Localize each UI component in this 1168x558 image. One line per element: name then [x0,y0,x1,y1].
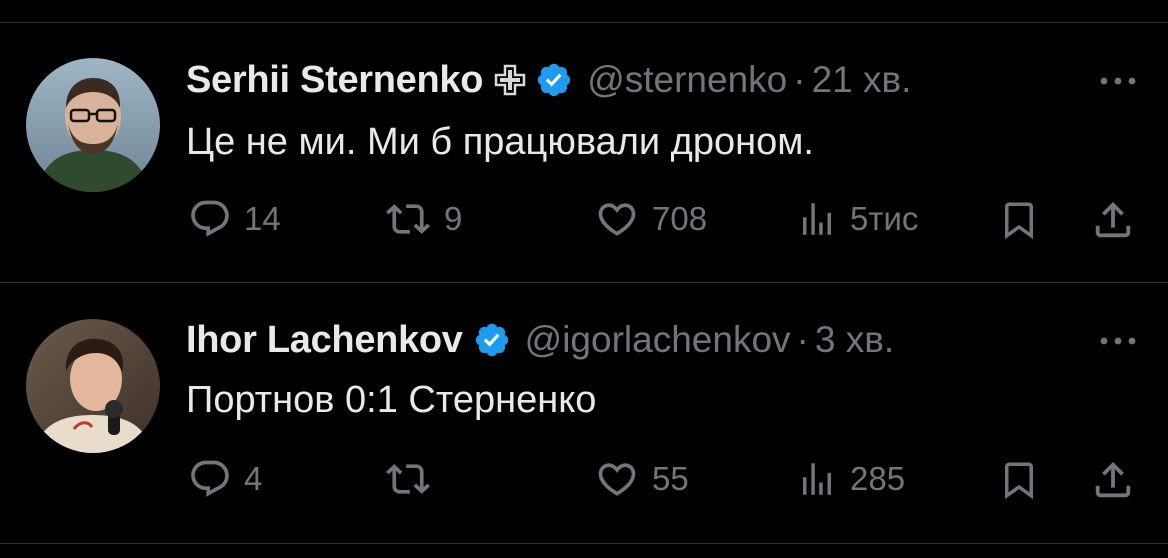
repost-button[interactable]: 9 [384,197,462,241]
views-button[interactable]: 285 [796,457,905,501]
timestamp[interactable]: 21 хв. [812,59,912,101]
separator-dot: · [793,59,806,100]
author-handle[interactable]: @igorlachenkov [525,319,791,361]
views-count: 5тис [850,200,919,237]
bookmark-button[interactable] [998,197,1040,243]
views-count: 285 [850,460,906,497]
like-count: 708 [652,200,708,237]
reply-icon [191,200,229,237]
share-icon [1095,461,1131,498]
like-button[interactable]: 708 [594,197,707,241]
separator-dot: · [796,319,809,360]
verified-badge-icon[interactable] [473,321,511,359]
tweet-header: Serhii Sternenko @sternenko · 21 хв. [186,55,911,105]
avatar[interactable] [26,58,160,192]
reply-button[interactable]: 4 [188,457,262,501]
reply-button[interactable]: 14 [188,197,281,241]
reply-count: 4 [244,460,263,497]
author-name[interactable]: Serhii Sternenko [186,59,483,102]
repost-icon [386,204,430,234]
author-handle[interactable]: @sternenko [587,59,787,101]
repost-button[interactable] [384,457,444,501]
share-button[interactable] [1090,197,1136,243]
like-button[interactable]: 55 [594,457,689,501]
heart-icon [598,203,636,236]
repost-icon [386,464,430,494]
bookmark-icon [1005,202,1033,240]
reply-count: 14 [244,200,281,237]
tweet-text: Це не ми. Ми б працювали дроном. [186,121,814,163]
tweet[interactable]: Serhii Sternenko @sternenko · 21 хв. Це … [0,23,1168,282]
views-icon [803,203,831,235]
repost-count: 9 [444,200,463,237]
like-count: 55 [652,460,689,497]
heart-icon [598,463,636,496]
more-options-icon[interactable] [1098,334,1138,346]
share-icon [1095,201,1131,238]
views-icon [803,463,831,495]
avatar[interactable] [26,319,160,453]
bookmark-button[interactable] [998,457,1040,503]
tweet[interactable]: Ihor Lachenkov @igorlachenkov · 3 хв. По… [0,283,1168,541]
cross-plus-icon [493,63,527,97]
author-name[interactable]: Ihor Lachenkov [186,319,463,362]
avatar-image [26,58,160,192]
more-options-icon[interactable] [1098,74,1138,86]
tweet-text: Портнов 0:1 Стерненко [186,379,597,421]
share-button[interactable] [1090,457,1136,503]
tweet-header: Ihor Lachenkov @igorlachenkov · 3 хв. [186,315,894,365]
bottom-divider [0,543,1168,544]
verified-badge-icon[interactable] [535,61,573,99]
timestamp[interactable]: 3 хв. [815,319,894,361]
avatar-image [26,319,160,453]
views-button[interactable]: 5тис [796,197,918,241]
bookmark-icon [1005,462,1033,500]
reply-icon [191,460,229,497]
